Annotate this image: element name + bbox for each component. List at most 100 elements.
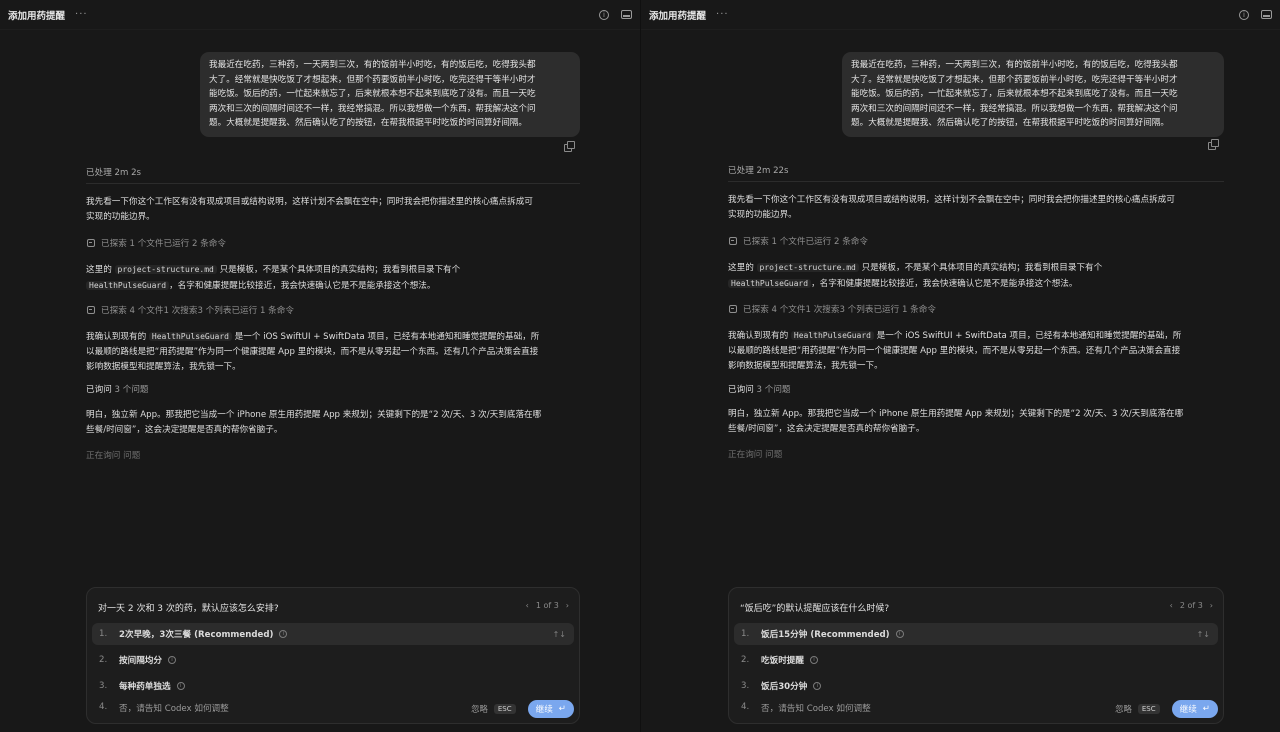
assistant-para-3: 我确认到现有的 HealthPulseGuard 是一个 iOS SwiftUI… bbox=[86, 329, 580, 375]
asked-summary[interactable]: 已询问 3 个问题 bbox=[86, 383, 149, 398]
code-filename: project-structure.md bbox=[114, 265, 217, 274]
text-span: 这里的 bbox=[728, 263, 754, 273]
question-title: “饭后吃”的默认提醒应该在什么时候? bbox=[740, 604, 890, 614]
info-icon[interactable]: i bbox=[599, 9, 609, 20]
user-message: 我最近在吃药，三种药，一天两到三次，有的饭前半小时吃，有的饭后吃，吃得我头都 大… bbox=[842, 52, 1224, 137]
explore-summary-1[interactable]: 已探索 1 个文件已运行 2 条命令 bbox=[87, 237, 226, 249]
user-message-line: 题。大概就是提醒我、然后确认吃了的按钮，在帮我根据平时吃饭的时间算好间隔。 bbox=[851, 118, 1169, 128]
asking-suffix: 问题 bbox=[123, 451, 141, 461]
option-other-input[interactable]: 否，请告知 Codex 如何调整 bbox=[119, 702, 229, 714]
info-icon[interactable]: i bbox=[176, 682, 185, 690]
elapsed-label: 已处理 2m 2s bbox=[86, 168, 142, 178]
asking-status: 正在询问 问题 bbox=[86, 449, 140, 464]
user-message-line: 两次和三次的间隔时间还不一样，我经常搞混。所以我想做一个东西，帮我解决这个问 bbox=[851, 103, 1178, 114]
pane-right: 添加用药提醒 ··· i 我最近在吃药，三种药，一天两到三次，有的饭前半小时吃，… bbox=[640, 0, 1280, 732]
assistant-intro: 我先看一下你这个工作区有没有现成项目或结构说明，这样计划不会飘在空中；同时我会把… bbox=[86, 195, 580, 225]
question-card: 对一天 2 次和 3 次的药，默认应该怎么安排? ‹ 1 of 3 › 1. 2… bbox=[86, 587, 580, 724]
option-number: 3. bbox=[741, 681, 750, 691]
copy-icon[interactable] bbox=[564, 141, 575, 152]
user-message-line: 我最近在吃药，三种药，一天两到三次，有的饭前半小时吃，有的饭后吃，吃得我头都 bbox=[851, 60, 1178, 70]
pane-left: 添加用药提醒 ··· i 我最近在吃药，三种药，一天两到三次，有的饭前半小时吃，… bbox=[0, 0, 640, 732]
info-icon[interactable]: i bbox=[895, 630, 904, 638]
option-label: 2次早晚，3次三餐 (Recommended) bbox=[119, 630, 274, 640]
continue-button[interactable]: 继续 ↵ bbox=[1171, 700, 1218, 718]
card-actions: 忽略 ESC 继续 ↵ bbox=[471, 700, 574, 718]
user-message-line: 能吃饭。饭后的药，一忙起来就忘了，后来就根本想不起来到底吃了没有。而且一天吃 bbox=[209, 89, 536, 99]
terminal-icon bbox=[729, 305, 737, 313]
asked-count: 3 个问题 bbox=[114, 385, 149, 395]
assistant-para-3: 我确认到现有的 HealthPulseGuard 是一个 iOS SwiftUI… bbox=[728, 328, 1224, 374]
info-icon[interactable]: i bbox=[279, 630, 288, 638]
top-bar: 添加用药提醒 ··· i bbox=[0, 0, 640, 30]
ignore-button[interactable]: 忽略 bbox=[1115, 703, 1132, 715]
option-3[interactable]: 3. 每种药单独选 i bbox=[92, 675, 574, 697]
option-number: 1. bbox=[99, 629, 108, 639]
text-span: 我确认到现有的 bbox=[86, 332, 147, 342]
explore-summary-1[interactable]: 已探索 1 个文件已运行 2 条命令 bbox=[729, 235, 868, 247]
code-project: HealthPulseGuard bbox=[728, 279, 812, 288]
option-other-input[interactable]: 否，请告知 Codex 如何调整 bbox=[761, 702, 871, 714]
option-3[interactable]: 3. 饭后30分钟 i bbox=[734, 675, 1218, 697]
option-1[interactable]: 1. 饭后15分钟 (Recommended) i ↑↓ bbox=[734, 623, 1218, 645]
info-icon[interactable]: i bbox=[809, 656, 818, 664]
text-line: 以最顺的路线是把“用药提醒”作为同一个健康提醒 App 里的模块，而不是从零另起… bbox=[86, 347, 539, 357]
text-line: 明白，独立新 App。那我把它当成一个 iPhone 原生用药提醒 App 来规… bbox=[728, 409, 1184, 419]
panel-icon[interactable] bbox=[1261, 10, 1272, 19]
option-label: 饭后15分钟 (Recommended) bbox=[761, 630, 890, 640]
text-line: 影响数据模型和提醒算法，我先锁一下。 bbox=[728, 361, 883, 371]
continue-button[interactable]: 继续 ↵ bbox=[527, 700, 574, 718]
next-question-button[interactable]: › bbox=[1210, 601, 1213, 610]
explore-summary-2[interactable]: 已探索 4 个文件1 次搜索3 个列表已运行 1 条命令 bbox=[729, 303, 936, 315]
esc-key-badge: ESC bbox=[493, 704, 516, 714]
ignore-button[interactable]: 忽略 bbox=[471, 703, 488, 715]
copy-icon[interactable] bbox=[1208, 139, 1219, 150]
reorder-icon: ↑↓ bbox=[552, 629, 566, 639]
prev-question-button[interactable]: ‹ bbox=[1170, 601, 1173, 610]
more-options-button[interactable]: ··· bbox=[75, 9, 88, 20]
text-line: 实现的功能边界。 bbox=[728, 210, 797, 220]
text-span: 这里的 bbox=[86, 265, 112, 275]
user-message: 我最近在吃药，三种药，一天两到三次，有的饭前半小时吃，有的饭后吃，吃得我头都 大… bbox=[200, 52, 580, 137]
info-icon[interactable]: i bbox=[167, 656, 176, 664]
explore-text: 已探索 4 个文件1 次搜索3 个列表已运行 1 条命令 bbox=[101, 306, 294, 316]
option-other[interactable]: 4. 否，请告知 Codex 如何调整 bbox=[741, 702, 871, 714]
app-title: 添加用药提醒 bbox=[8, 10, 66, 22]
explore-text: 已探索 1 个文件已运行 2 条命令 bbox=[743, 237, 868, 247]
next-question-button[interactable]: › bbox=[566, 601, 569, 610]
explore-summary-2[interactable]: 已探索 4 个文件1 次搜索3 个列表已运行 1 条命令 bbox=[87, 304, 294, 316]
user-message-line: 题。大概就是提醒我、然后确认吃了的按钮，在帮我根据平时吃饭的时间算好间隔。 bbox=[209, 118, 527, 128]
code-filename: project-structure.md bbox=[756, 263, 859, 272]
code-project: HealthPulseGuard bbox=[790, 331, 874, 340]
top-bar: 添加用药提醒 ··· i bbox=[641, 0, 1280, 30]
option-2[interactable]: 2. 吃饭时提醒 i bbox=[734, 649, 1218, 671]
asked-summary[interactable]: 已询问 3 个问题 bbox=[728, 383, 791, 398]
more-options-button[interactable]: ··· bbox=[716, 9, 729, 20]
text-span: 只是模板，不是某个具体项目的真实结构；我看到根目录下有个 bbox=[861, 263, 1103, 273]
option-other[interactable]: 4. 否，请告知 Codex 如何调整 bbox=[99, 702, 229, 714]
elapsed-label: 已处理 2m 22s bbox=[728, 166, 789, 176]
explore-text: 已探索 4 个文件1 次搜索3 个列表已运行 1 条命令 bbox=[743, 305, 936, 315]
question-card: “饭后吃”的默认提醒应该在什么时候? ‹ 2 of 3 › 1. 饭后15分钟 … bbox=[728, 587, 1224, 724]
terminal-icon bbox=[729, 237, 737, 245]
text-span: ，名字和健康提醒比较接近，我会快速确认它是不是能承接这个想法。 bbox=[811, 279, 1078, 289]
asked-label: 已询问 bbox=[86, 385, 112, 395]
option-1[interactable]: 1. 2次早晚，3次三餐 (Recommended) i ↑↓ bbox=[92, 623, 574, 645]
text-line: 实现的功能边界。 bbox=[86, 212, 155, 222]
assistant-para-4: 明白，独立新 App。那我把它当成一个 iPhone 原生用药提醒 App 来规… bbox=[728, 407, 1224, 437]
option-2[interactable]: 2. 按间隔均分 i bbox=[92, 649, 574, 671]
panel-icon[interactable] bbox=[621, 10, 632, 19]
enter-icon: ↵ bbox=[558, 704, 566, 714]
esc-key-badge: ESC bbox=[1137, 704, 1160, 714]
option-label: 饭后30分钟 bbox=[761, 682, 808, 692]
info-icon[interactable]: i bbox=[813, 682, 822, 690]
question-title: 对一天 2 次和 3 次的药，默认应该怎么安排? bbox=[98, 604, 279, 614]
text-span: 是一个 iOS SwiftUI + SwiftData 项目，已经有本地通知和睡… bbox=[234, 332, 540, 342]
prev-question-button[interactable]: ‹ bbox=[526, 601, 529, 610]
text-span: 只是模板，不是某个具体项目的真实结构；我看到根目录下有个 bbox=[219, 265, 461, 275]
text-span: 是一个 iOS SwiftUI + SwiftData 项目，已经有本地通知和睡… bbox=[876, 331, 1182, 341]
option-number: 3. bbox=[99, 681, 108, 691]
asking-suffix: 问题 bbox=[765, 450, 783, 460]
code-project: HealthPulseGuard bbox=[148, 332, 232, 341]
info-icon[interactable]: i bbox=[1239, 9, 1249, 20]
text-line: 些餐/时间窗”，这会决定提醒是否真的帮你省脑子。 bbox=[728, 424, 925, 434]
